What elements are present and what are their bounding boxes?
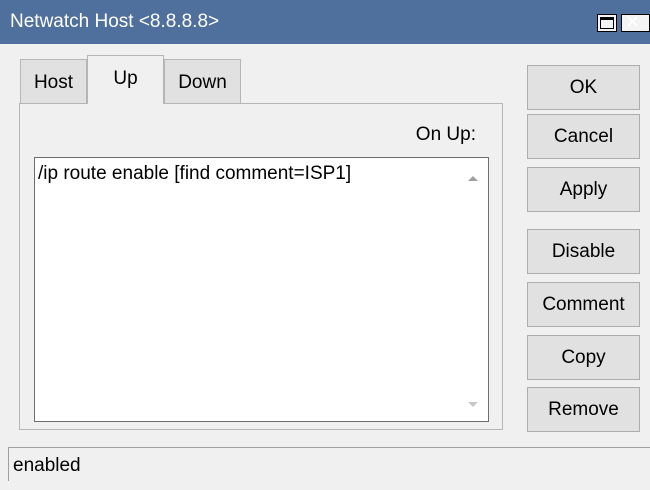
scroll-up-arrow-icon[interactable] xyxy=(468,176,478,181)
on-up-script-textarea[interactable]: /ip route enable [find comment=ISP1] xyxy=(34,157,489,422)
disable-button[interactable]: Disable xyxy=(527,229,640,274)
close-icon[interactable]: ✕ xyxy=(621,14,650,32)
ok-button[interactable]: OK xyxy=(527,65,640,110)
maximize-icon[interactable] xyxy=(597,14,617,32)
tab-host-label: Host xyxy=(33,72,74,93)
tab-down[interactable]: Down xyxy=(164,59,241,103)
copy-button[interactable]: Copy xyxy=(527,335,640,380)
tab-down-label: Down xyxy=(178,72,227,93)
comment-button[interactable]: Comment xyxy=(527,282,640,327)
on-up-script-text: /ip route enable [find comment=ISP1] xyxy=(38,163,352,184)
on-up-label: On Up: xyxy=(415,124,476,145)
title-bar[interactable]: Netwatch Host <8.8.8.8> ✕ xyxy=(0,0,650,44)
tab-up[interactable]: Up xyxy=(87,55,164,104)
cancel-button[interactable]: Cancel xyxy=(527,114,640,159)
window-title: Netwatch Host <8.8.8.8> xyxy=(10,11,220,32)
tab-host[interactable]: Host xyxy=(20,59,87,103)
apply-button[interactable]: Apply xyxy=(527,167,640,212)
status-text: enabled xyxy=(13,455,81,476)
up-tab-panel: On Up: /ip route enable [find comment=IS… xyxy=(19,103,503,430)
scroll-down-arrow-icon[interactable] xyxy=(468,402,478,407)
status-bar: enabled xyxy=(8,447,650,481)
netwatch-host-window: Netwatch Host <8.8.8.8> ✕ Host Up Down O… xyxy=(0,0,650,490)
remove-button[interactable]: Remove xyxy=(527,387,640,432)
tab-up-label: Up xyxy=(113,68,138,89)
